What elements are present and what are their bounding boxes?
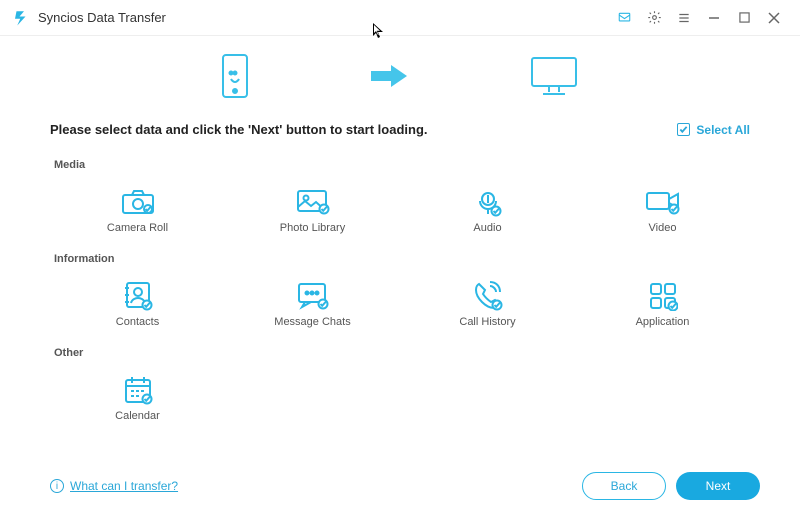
arrow-right-icon <box>369 63 409 89</box>
video-icon <box>645 186 681 218</box>
item-camera-roll[interactable]: Camera Roll <box>50 177 225 243</box>
close-button[interactable] <box>762 6 786 30</box>
next-button[interactable]: Next <box>676 472 760 500</box>
item-label: Call History <box>459 316 515 328</box>
item-call-history[interactable]: Call History <box>400 271 575 337</box>
app-logo-icon <box>12 9 30 27</box>
message-icon <box>297 280 329 312</box>
item-label: Application <box>636 316 690 328</box>
calendar-icon <box>123 374 153 406</box>
item-label: Camera Roll <box>107 222 168 234</box>
section-label-information: Information <box>54 253 750 265</box>
item-contacts[interactable]: Contacts <box>50 271 225 337</box>
item-photo-library[interactable]: Photo Library <box>225 177 400 243</box>
item-video[interactable]: Video <box>575 177 750 243</box>
back-button[interactable]: Back <box>582 472 666 500</box>
titlebar: Syncios Data Transfer <box>0 0 800 36</box>
section-label-media: Media <box>54 159 750 171</box>
feedback-icon[interactable] <box>612 6 636 30</box>
contacts-icon <box>123 280 153 312</box>
item-label: Contacts <box>116 316 159 328</box>
item-label: Video <box>649 222 677 234</box>
info-grid: Contacts Message Chats Call History Appl… <box>50 271 750 337</box>
item-application[interactable]: Application <box>575 271 750 337</box>
source-phone-icon <box>221 53 249 99</box>
info-icon: i <box>50 479 64 493</box>
select-all-label: Select All <box>696 123 750 137</box>
menu-icon[interactable] <box>672 6 696 30</box>
content-area: Media Camera Roll Photo Library Audio Vi… <box>0 147 800 431</box>
instruction-row: Please select data and click the 'Next' … <box>0 116 800 147</box>
settings-icon[interactable] <box>642 6 666 30</box>
item-message-chats[interactable]: Message Chats <box>225 271 400 337</box>
item-calendar[interactable]: Calendar <box>50 365 225 431</box>
help-link[interactable]: i What can I transfer? <box>50 479 178 493</box>
audio-icon <box>473 186 503 218</box>
section-label-other: Other <box>54 347 750 359</box>
item-label: Message Chats <box>274 316 350 328</box>
camera-icon <box>121 186 155 218</box>
item-audio[interactable]: Audio <box>400 177 575 243</box>
item-label: Photo Library <box>280 222 345 234</box>
item-label: Calendar <box>115 410 160 422</box>
apps-icon <box>648 280 678 312</box>
app-title: Syncios Data Transfer <box>38 10 166 25</box>
select-all-checkbox[interactable]: Select All <box>677 123 750 137</box>
transfer-diagram <box>0 36 800 116</box>
photo-icon <box>296 186 330 218</box>
target-pc-icon <box>529 55 579 97</box>
checkbox-checked-icon <box>677 123 690 136</box>
footer: i What can I transfer? Back Next <box>0 462 800 510</box>
help-link-text[interactable]: What can I transfer? <box>70 479 178 493</box>
call-icon <box>473 280 503 312</box>
minimize-button[interactable] <box>702 6 726 30</box>
maximize-button[interactable] <box>732 6 756 30</box>
instruction-text: Please select data and click the 'Next' … <box>50 122 677 137</box>
item-label: Audio <box>473 222 501 234</box>
other-grid: Calendar <box>50 365 750 431</box>
media-grid: Camera Roll Photo Library Audio Video <box>50 177 750 243</box>
